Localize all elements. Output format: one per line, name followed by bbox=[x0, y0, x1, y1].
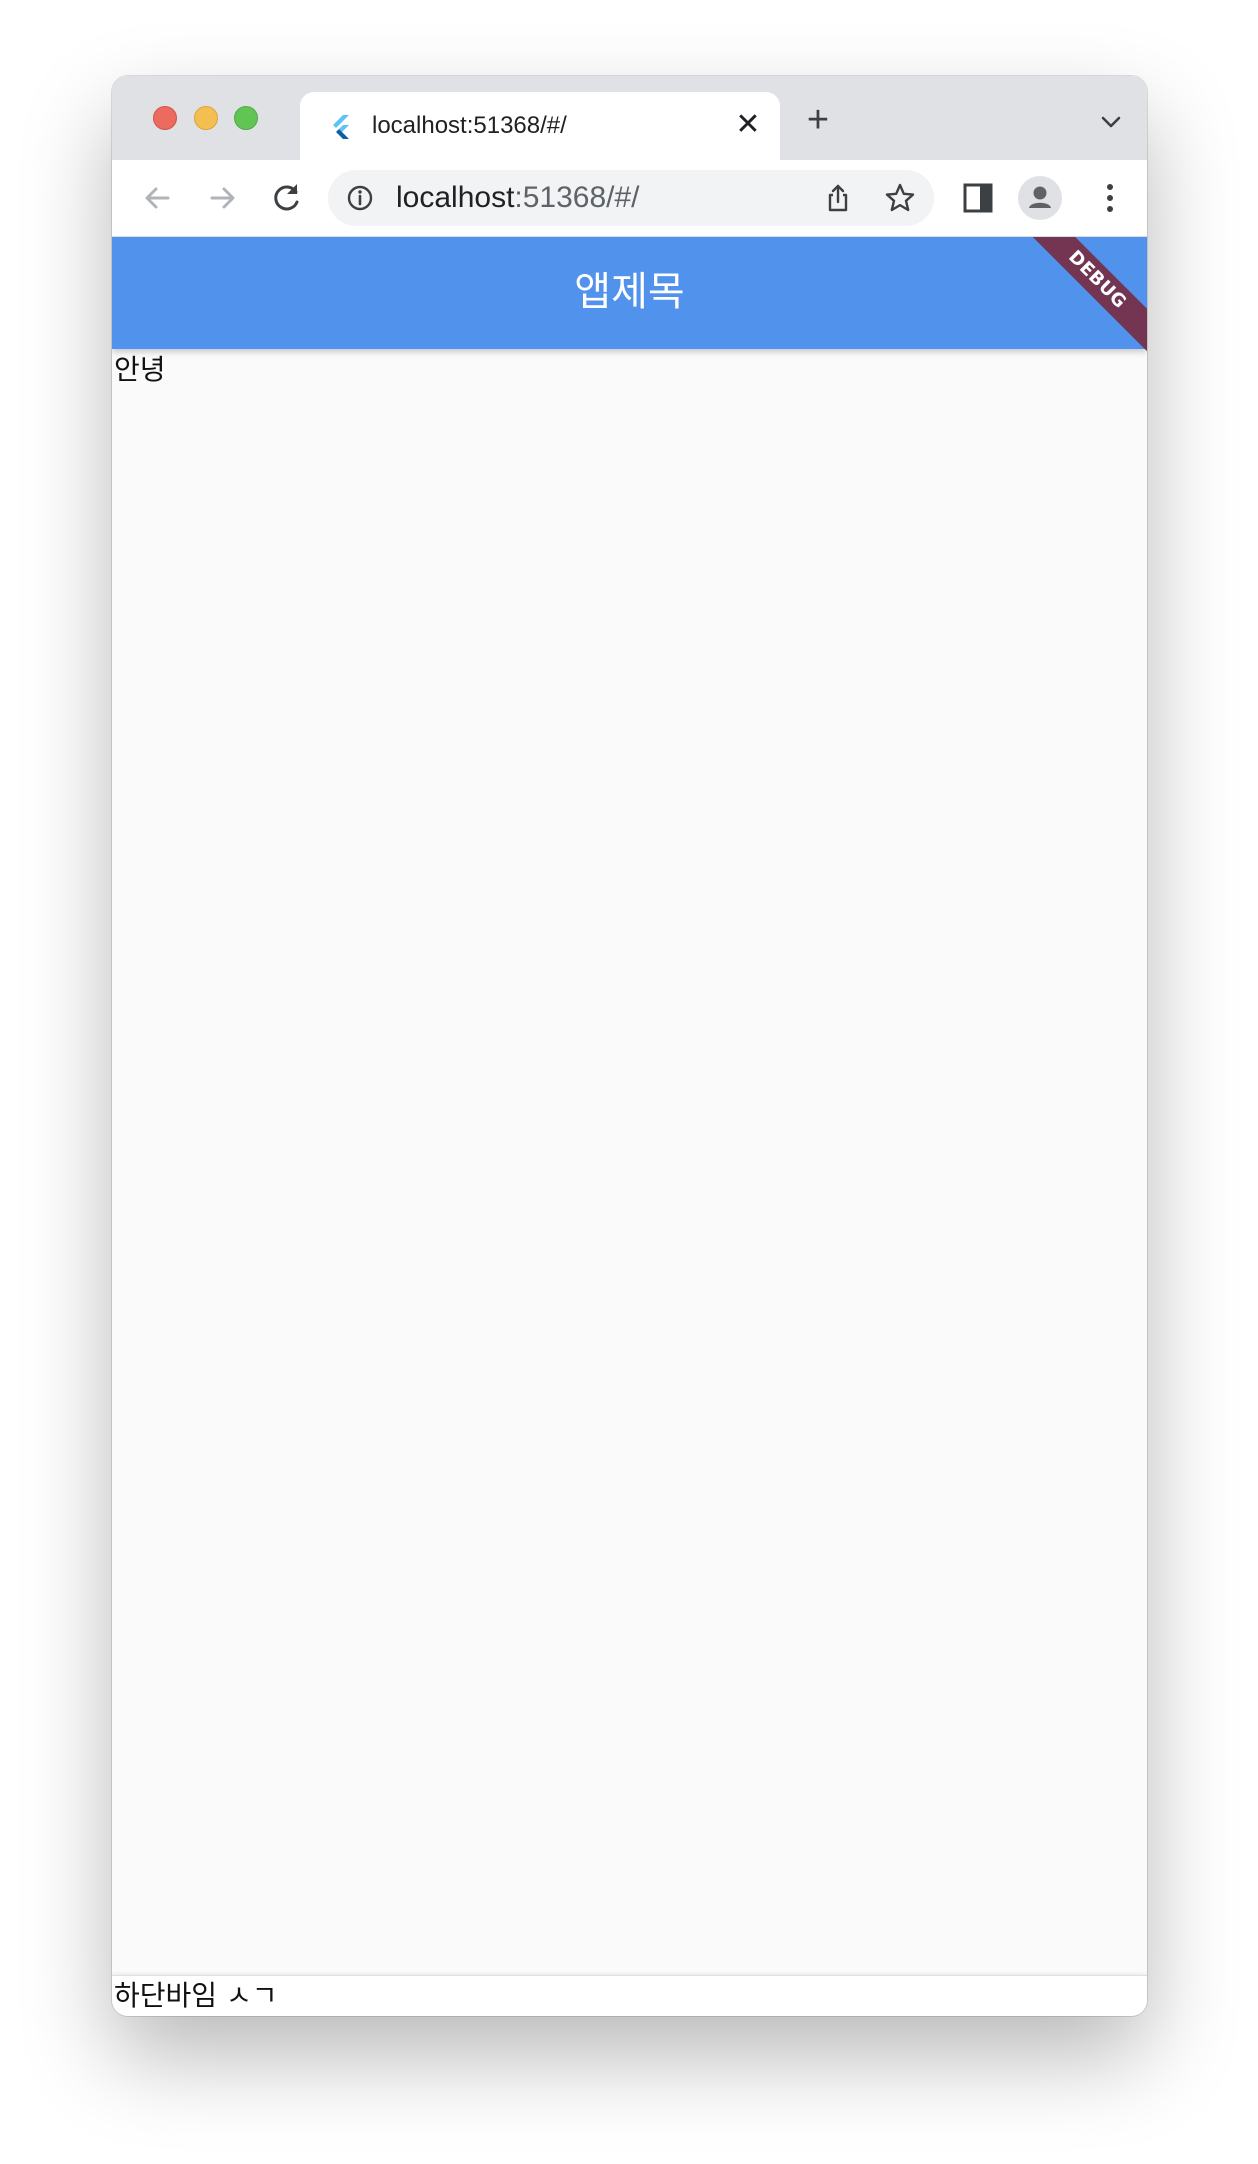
flutter-icon bbox=[333, 115, 349, 139]
reload-button[interactable] bbox=[266, 178, 306, 218]
bottom-bar-text: 하단바임 ㅅㄱ bbox=[114, 1979, 278, 2012]
url-host: localhost bbox=[396, 181, 515, 214]
browser-tab[interactable]: localhost:51368/#/ ✕ bbox=[300, 92, 780, 160]
info-icon[interactable] bbox=[346, 184, 374, 212]
profile-button[interactable] bbox=[1018, 176, 1062, 220]
close-window-button[interactable] bbox=[153, 106, 177, 130]
share-icon[interactable] bbox=[822, 182, 854, 214]
minimize-window-button[interactable] bbox=[194, 106, 218, 130]
flutter-app: 앱제목 DEBUG 안녕 하단바임 ㅅㄱ bbox=[112, 237, 1147, 2016]
star-icon[interactable] bbox=[884, 182, 916, 214]
url-text[interactable]: localhost:51368/#/ bbox=[396, 182, 640, 214]
maximize-window-button[interactable] bbox=[234, 106, 258, 130]
tab-strip: localhost:51368/#/ ✕ + bbox=[112, 76, 1147, 160]
back-button[interactable] bbox=[138, 178, 178, 218]
app-bar: 앱제목 DEBUG bbox=[112, 237, 1147, 369]
side-panel-icon[interactable] bbox=[960, 180, 996, 216]
arrow-left-icon bbox=[145, 187, 170, 209]
body-text: 안녕 bbox=[114, 353, 166, 386]
chevron-down-icon[interactable] bbox=[1099, 110, 1123, 134]
tab-title: localhost:51368/#/ bbox=[372, 112, 567, 139]
kebab-menu-icon[interactable] bbox=[1092, 178, 1128, 218]
forward-button[interactable] bbox=[202, 178, 242, 218]
bottom-bar: 하단바임 ㅅㄱ bbox=[112, 1975, 1147, 2016]
profile-icon bbox=[1029, 186, 1051, 208]
plus-icon[interactable]: + bbox=[802, 101, 834, 139]
arrow-right-icon bbox=[210, 187, 235, 209]
reload-icon bbox=[274, 184, 299, 211]
address-bar[interactable]: localhost:51368/#/ bbox=[328, 170, 934, 226]
url-path: :51368/#/ bbox=[514, 181, 640, 214]
browser-toolbar: localhost:51368/#/ bbox=[112, 160, 1147, 237]
browser-window: localhost:51368/#/ ✕ + localhost:51368/#… bbox=[112, 76, 1147, 2016]
close-icon[interactable]: ✕ bbox=[732, 110, 764, 142]
app-bar-title: 앱제목 bbox=[574, 269, 685, 315]
